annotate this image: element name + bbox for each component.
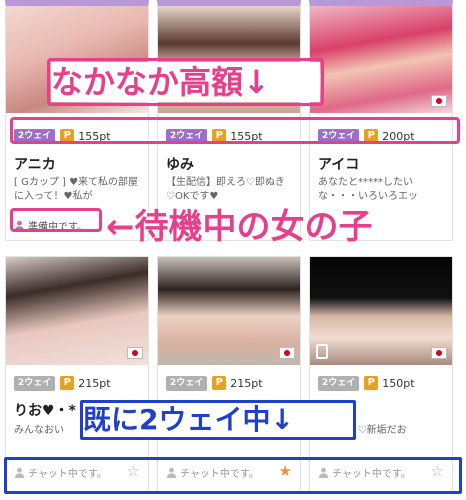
performer-photo[interactable] xyxy=(158,257,300,365)
price-highlight-box xyxy=(10,117,460,144)
middle-annotation-text: ←待機中の女の子 xyxy=(106,207,373,247)
card-meta: 2ウェイ P 215pt xyxy=(14,375,144,391)
bottom-annotation-text: 既に2ウェイ中↓ xyxy=(83,403,353,437)
chatting-status-box xyxy=(4,457,462,494)
point-icon: P xyxy=(212,376,227,390)
2way-badge: 2ウェイ xyxy=(318,375,360,391)
japan-flag-icon xyxy=(279,347,295,359)
waiting-status-box xyxy=(10,208,102,232)
japan-flag-icon xyxy=(431,95,447,107)
camera-icon xyxy=(316,344,328,359)
point-price: 150pt xyxy=(382,376,415,390)
performer-name[interactable]: りお♥・* xyxy=(14,400,76,420)
point-icon: P xyxy=(60,376,75,390)
performer-name[interactable]: ゆみ xyxy=(166,154,194,174)
performer-name[interactable]: アニカ xyxy=(14,154,56,174)
point-price: 215pt xyxy=(78,376,111,390)
performer-name[interactable]: アイコ xyxy=(318,154,359,174)
japan-flag-icon xyxy=(431,347,447,359)
performer-description: あなたと*****したいな・・・いろいろエッ xyxy=(318,177,418,202)
card-meta: 2ウェイ P 215pt xyxy=(166,375,296,391)
point-icon: P xyxy=(364,376,379,390)
2way-badge: 2ウェイ xyxy=(14,375,56,391)
performer-description: 【生配信】即えろ♡即ぬき♡OKです♥ xyxy=(166,177,285,202)
performer-photo[interactable] xyxy=(310,257,452,365)
performer-photo[interactable] xyxy=(310,6,452,113)
performer-description: [ Gカップ ] ♥来て私の部屋に入って！♥私が xyxy=(14,177,139,202)
2way-badge: 2ウェイ xyxy=(166,375,208,391)
top-annotation-text: なかなか高額↓ xyxy=(51,62,320,102)
japan-flag-icon xyxy=(127,347,143,359)
performer-photo[interactable] xyxy=(6,257,148,365)
card-meta: 2ウェイ P 150pt xyxy=(318,375,448,391)
point-price: 215pt xyxy=(230,376,263,390)
